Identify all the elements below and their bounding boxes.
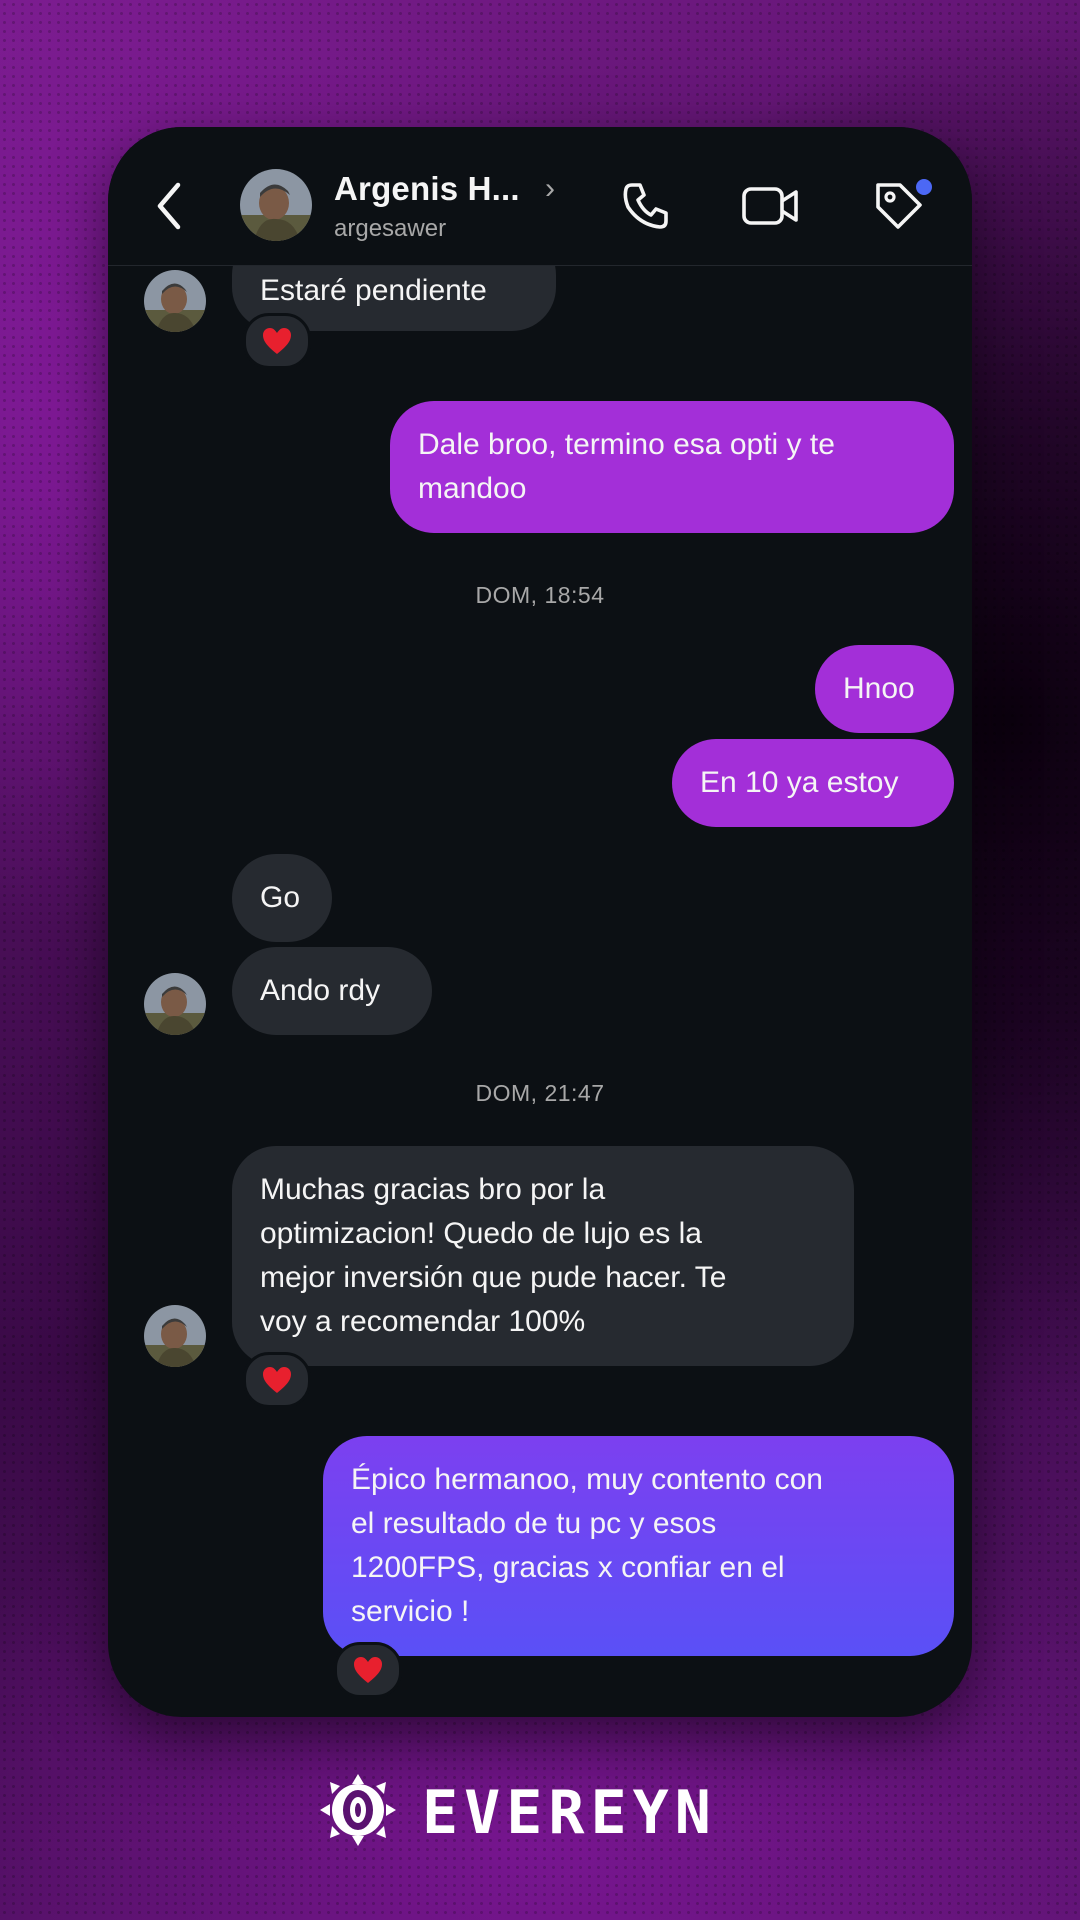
message-text-line: 1200FPS, gracias x confiar en el	[351, 1551, 785, 1584]
message-text-line: el resultado de tu pc y esos	[351, 1507, 717, 1540]
heart-icon	[263, 1367, 291, 1393]
brand-logo: EVEREYN	[318, 1772, 762, 1848]
chat-header: Argenis H... › argesawer	[108, 127, 972, 266]
reaction-badge[interactable]	[243, 1352, 311, 1408]
message-bubble-incoming[interactable]: Muchas gracias bro por la optimizacion! …	[232, 1146, 854, 1366]
message-text: Hnoo	[843, 672, 915, 705]
message-text-line: mejor inversión que pude hacer. Te	[260, 1261, 727, 1294]
message-bubble-outgoing[interactable]: Hnoo	[815, 645, 954, 733]
message-bubble-outgoing[interactable]: Épico hermanoo, muy contento con el resu…	[323, 1436, 954, 1656]
message-text: Go	[260, 881, 301, 914]
notification-dot	[916, 179, 932, 195]
contact-avatar-small[interactable]	[144, 270, 206, 332]
reaction-badge[interactable]	[334, 1642, 402, 1698]
timestamp: DOM, 21:47	[475, 1080, 605, 1106]
video-camera-icon[interactable]	[740, 179, 800, 233]
timestamp: DOM, 18:54	[475, 582, 605, 608]
message-text-line: Épico hermanoo, muy contento con	[351, 1463, 823, 1496]
message-bubble-incoming[interactable]: Go	[232, 854, 332, 942]
phone-icon[interactable]	[618, 179, 672, 233]
contact-avatar[interactable]	[240, 169, 312, 241]
message-text-line: optimizacion! Quedo de lujo es la	[260, 1217, 702, 1250]
message-bubble-incoming[interactable]: Ando rdy	[232, 947, 432, 1035]
reaction-badge[interactable]	[243, 313, 311, 369]
contact-avatar-small[interactable]	[144, 1305, 206, 1367]
heart-icon	[263, 328, 291, 354]
brand-logo-icon	[320, 1774, 396, 1846]
message-text: Dale broo, termino esa opti y te mandoo	[418, 428, 835, 505]
back-arrow-icon[interactable]	[154, 181, 184, 231]
contact-avatar-small[interactable]	[144, 973, 206, 1035]
heart-icon	[354, 1657, 382, 1683]
message-bubble-outgoing[interactable]: Dale broo, termino esa opti y te mandoo	[390, 401, 954, 533]
message-text: Ando rdy	[260, 974, 381, 1007]
chat-window: Argenis H... › argesawer Estaré pendient…	[108, 127, 972, 1717]
message-text: En 10 ya estoy	[700, 766, 899, 799]
message-text: Estaré pendiente	[260, 274, 487, 307]
contact-username: argesawer	[334, 215, 447, 242]
message-bubble-outgoing[interactable]: En 10 ya estoy	[672, 739, 954, 827]
message-text-line: voy a recomendar 100%	[260, 1305, 586, 1338]
message-text-line: servicio !	[351, 1595, 470, 1628]
message-text-line: Muchas gracias bro por la	[260, 1173, 606, 1206]
contact-name[interactable]: Argenis H...	[334, 170, 520, 208]
chevron-right-icon[interactable]: ›	[545, 172, 555, 206]
brand-wordmark: EVEREYN	[422, 1778, 717, 1848]
